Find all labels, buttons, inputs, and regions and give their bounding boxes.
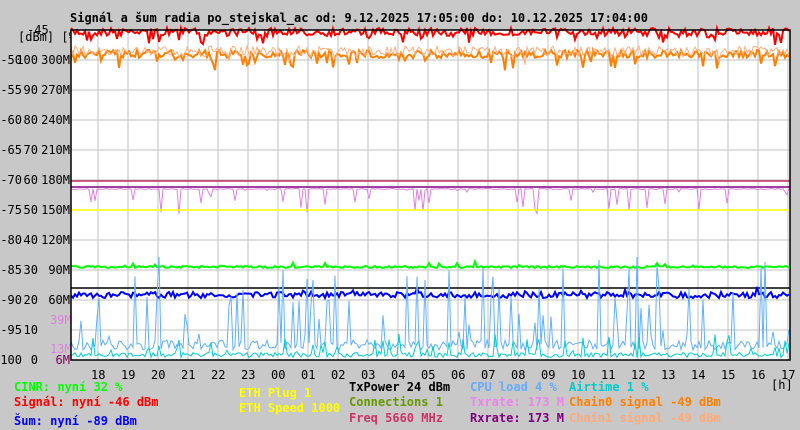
legend-airtime: Airtime 1 % [569, 380, 649, 394]
plot-area [70, 24, 791, 361]
legend-chain1: Chain1 signal -49 dBm [569, 411, 721, 425]
legend-eth-speed: ETH Speed 1000 [239, 401, 341, 415]
legend-rxrate: Rxrate: 173 M [470, 411, 564, 425]
legend-signal: Signál: nyní -46 dBm [14, 395, 159, 409]
legend-txrate: Txrate: 173 M [470, 395, 564, 409]
chart-window: Signál a šum radia po_stejskal_ac od: 9.… [0, 0, 800, 430]
legend-connections: Connections 1 [349, 395, 443, 409]
legend-freq: Freq 5660 MHz [349, 411, 443, 425]
legend-cpu: CPU load 4 % [470, 380, 557, 394]
legend-cinr: CINR: nyní 32 % [14, 380, 123, 394]
legend-eth-plug: ETH Plug 1 [239, 386, 312, 400]
legend-chain0: Chain0 signal -49 dBm [569, 395, 721, 409]
legend-noise: Šum: nyní -89 dBm [14, 414, 137, 428]
legend-txpower: TxPower 24 dBm [349, 380, 451, 394]
